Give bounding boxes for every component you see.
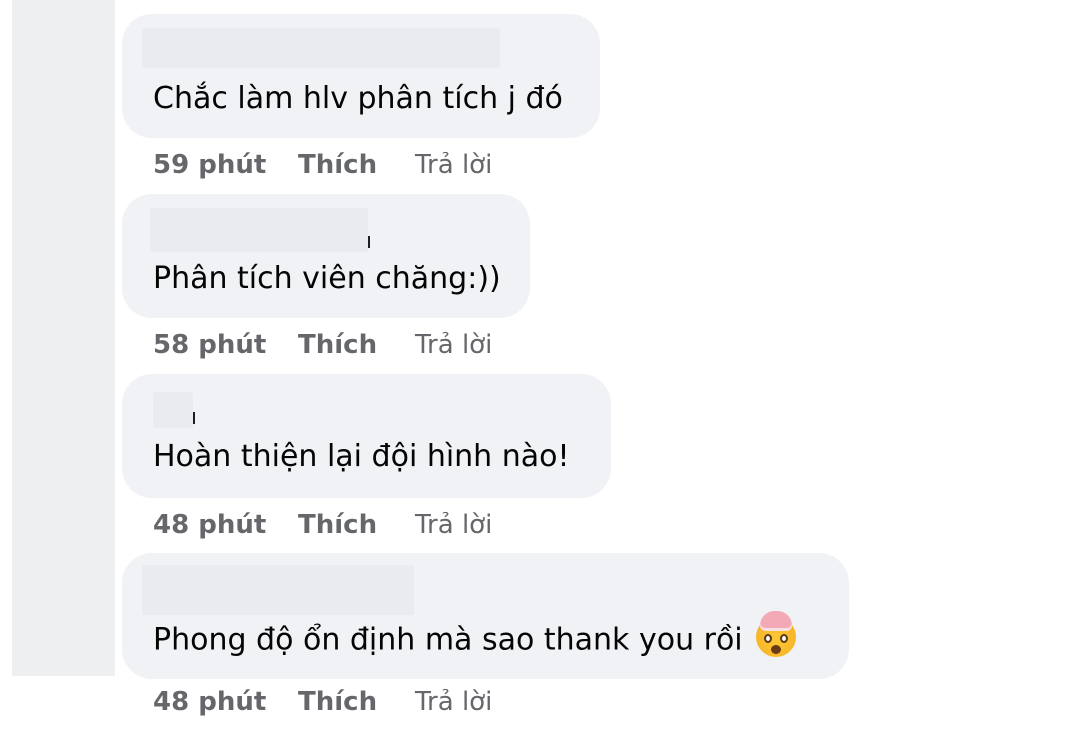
like-button[interactable]: Thích bbox=[298, 332, 377, 358]
comment-bubble: Hoàn thiện lại đội hình nào! bbox=[122, 374, 611, 498]
reply-button[interactable]: Trả lời bbox=[415, 332, 492, 358]
comment-text: Hoàn thiện lại đội hình nào! bbox=[153, 439, 570, 474]
author-name-redacted bbox=[150, 208, 370, 252]
like-button[interactable]: Thích bbox=[298, 152, 377, 178]
comments-page: Chắc làm hlv phân tích j đó 59 phút Thíc… bbox=[0, 0, 1087, 731]
comment-time[interactable]: 48 phút bbox=[153, 689, 266, 715]
comment-time[interactable]: 59 phút bbox=[153, 152, 266, 178]
reply-button[interactable]: Trả lời bbox=[415, 152, 492, 178]
comment-item: Phân tích viên chăng:)) 58 phút Thích Tr… bbox=[122, 194, 530, 358]
author-name-redacted bbox=[142, 28, 500, 68]
comment-time[interactable]: 58 phút bbox=[153, 332, 266, 358]
comment-item: Hoàn thiện lại đội hình nào! 48 phút Thí… bbox=[122, 374, 611, 538]
author-name-redacted bbox=[153, 392, 195, 428]
comment-item: Phong độ ổn định mà sao thank you rồi 48… bbox=[122, 553, 849, 715]
comment-text: Phân tích viên chăng:)) bbox=[153, 261, 501, 296]
like-button[interactable]: Thích bbox=[298, 689, 377, 715]
side-panel bbox=[12, 0, 115, 676]
exploding-head-emoji-icon bbox=[756, 611, 797, 657]
comment-bubble: Chắc làm hlv phân tích j đó bbox=[122, 14, 600, 138]
comment-bubble: Phong độ ổn định mà sao thank you rồi bbox=[122, 553, 849, 679]
author-name-redacted bbox=[142, 565, 414, 615]
comment-text: Phong độ ổn định mà sao thank you rồi bbox=[153, 622, 743, 658]
like-button[interactable]: Thích bbox=[298, 512, 377, 538]
comment-bubble: Phân tích viên chăng:)) bbox=[122, 194, 530, 318]
reply-button[interactable]: Trả lời bbox=[415, 689, 492, 715]
comment-time[interactable]: 48 phút bbox=[153, 512, 266, 538]
comment-text-row: Phong độ ổn định mà sao thank you rồi bbox=[153, 611, 797, 661]
comment-text: Chắc làm hlv phân tích j đó bbox=[153, 81, 563, 116]
reply-button[interactable]: Trả lời bbox=[415, 512, 492, 538]
comment-item: Chắc làm hlv phân tích j đó 59 phút Thíc… bbox=[122, 14, 600, 178]
